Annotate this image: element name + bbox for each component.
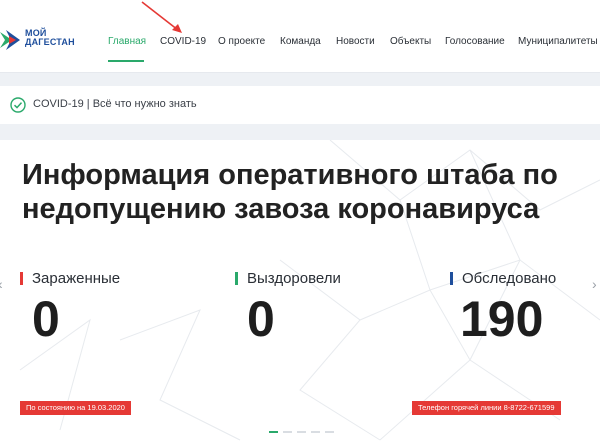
stat-recovered-marker [235,272,238,285]
site-header: МОЙ ДАГЕСТАН Главная COVID-19 О проекте … [0,0,600,73]
nav-item-voting[interactable]: Голосование [445,36,505,47]
stat-recovered-value: 0 [247,291,275,347]
red-arrow-annotation-icon [141,1,182,33]
logo-line-2: ДАГЕСТАН [25,37,75,47]
logo-mark-icon [0,30,20,50]
stat-tested-marker [450,272,453,285]
slider-dot-1[interactable] [269,431,278,433]
nav-item-covid[interactable]: COVID-19 [160,36,206,47]
page-title: Информация оперативного штаба по недопущ… [22,159,558,225]
slider-dot-3[interactable] [297,431,306,433]
nav-item-about[interactable]: О проекте [218,36,265,47]
nav-item-municipalities[interactable]: Муниципалитеты [518,36,598,47]
date-badge: По состоянию на 19.03.2020 [20,401,131,415]
slider-dot-4[interactable] [311,431,320,433]
stat-recovered-label-text: Выздоровели [247,270,341,287]
covid-stats-card: Информация оперативного штаба по недопущ… [0,140,600,446]
slider-dot-2[interactable] [283,431,292,433]
site-logo[interactable]: МОЙ ДАГЕСТАН [0,28,80,54]
slider-dot-5[interactable] [325,431,334,433]
stat-infected-marker [20,272,23,285]
stat-infected-value: 0 [32,291,60,347]
covid-strip-text[interactable]: COVID-19 | Всё что нужно знать [33,98,197,110]
slider-prev-icon[interactable]: ‹ [0,276,3,292]
logo-text: МОЙ ДАГЕСТАН [25,29,75,47]
stat-infected-label-text: Зараженные [32,270,121,287]
stat-recovered-label: Выздоровели [235,270,341,287]
covid-info-strip[interactable]: COVID-19 | Всё что нужно знать [0,86,600,124]
nav-active-underline [108,60,144,62]
hotline-badge[interactable]: Телефон горячей линии 8-8722-671599 [412,401,561,415]
nav-item-home[interactable]: Главная [108,36,146,47]
stat-tested-label-text: Обследовано [462,270,557,287]
stat-infected-label: Зараженные [20,270,120,287]
stat-recovered: Выздоровели 0 [235,270,341,345]
check-circle-icon [10,97,26,113]
nav-item-team[interactable]: Команда [280,36,321,47]
nav-item-objects[interactable]: Объекты [390,36,431,47]
stat-tested-label: Обследовано [450,270,556,287]
nav-item-news[interactable]: Новости [336,36,375,47]
slider-next-icon[interactable]: › [592,276,597,292]
slider-pagination [0,431,600,435]
stat-tested: Обследовано 190 [450,270,556,345]
stat-tested-value: 190 [460,291,544,347]
stat-infected: Зараженные 0 [20,270,120,345]
